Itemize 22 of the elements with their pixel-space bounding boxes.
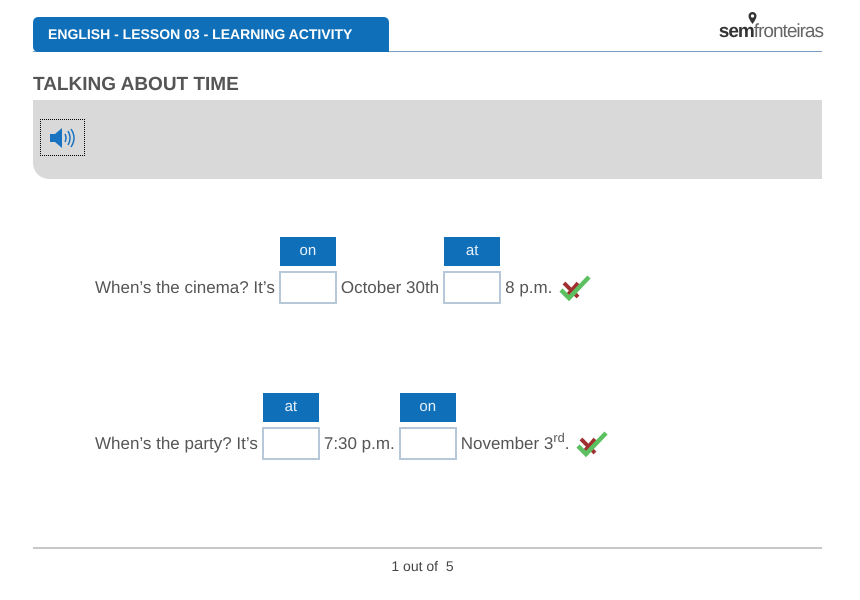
answer-option[interactable]: at [262, 393, 319, 422]
sentence-text: 7:30 p.m. [322, 433, 396, 456]
pin-icon [748, 12, 757, 24]
activity-title: TALKING ABOUT TIME [33, 73, 240, 97]
sentence-text: October 30th [340, 277, 440, 300]
speaker-icon [48, 126, 76, 148]
audio-button[interactable] [40, 119, 85, 156]
sentence-text: When’s the party? It’s [94, 433, 259, 456]
answer-option[interactable]: at [444, 237, 500, 266]
answer-option[interactable]: on [280, 237, 336, 266]
check-and-cross-icon[interactable] [559, 274, 592, 302]
answer-field[interactable] [398, 427, 457, 460]
sentence-text: 8 p.m. [504, 277, 554, 300]
sentence-text: When’s the cinema? It’s [94, 277, 276, 300]
answer-field[interactable] [278, 271, 337, 304]
answer-field[interactable] [262, 427, 320, 460]
answer-option[interactable]: on [400, 393, 456, 422]
check-and-cross-icon[interactable] [576, 430, 608, 458]
logo: semfronteiras [718, 12, 823, 41]
page-counter: 1 out of 5 [391, 557, 454, 576]
answer-field[interactable] [443, 271, 502, 304]
sentence-text: November 3$^{rd}$. [460, 428, 570, 456]
